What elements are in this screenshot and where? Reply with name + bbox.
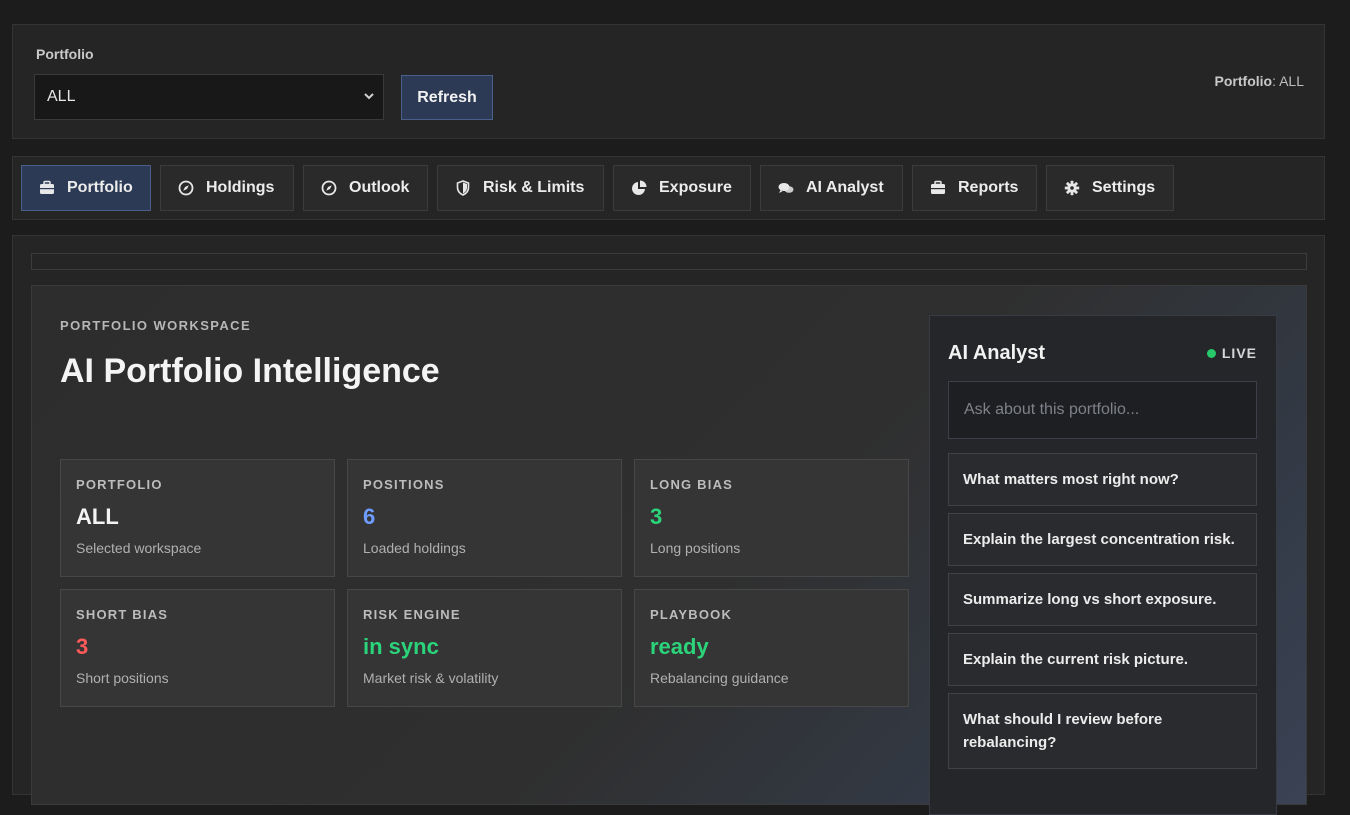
stat-card-portfolio: PORTFOLIO ALL Selected workspace <box>60 459 335 577</box>
ai-analyst-panel: AI Analyst LIVE What matters most right … <box>929 315 1277 815</box>
empty-status-bar <box>31 253 1307 270</box>
suggested-prompt[interactable]: Summarize long vs short exposure. <box>948 573 1257 626</box>
portfolio-select[interactable]: ALL <box>34 74 384 120</box>
stat-sub: Market risk & volatility <box>363 670 499 686</box>
stat-key: SHORT BIAS <box>76 607 169 622</box>
tab-holdings[interactable]: Holdings <box>160 165 294 211</box>
live-badge: LIVE <box>1206 345 1257 361</box>
tab-outlook[interactable]: Outlook <box>303 165 428 211</box>
stat-sub: Rebalancing guidance <box>650 670 789 686</box>
stat-value: 3 <box>650 504 663 529</box>
tab-label: Reports <box>958 179 1019 196</box>
stat-card-short-bias: SHORT BIAS 3 Short positions <box>60 589 335 707</box>
stat-key: RISK ENGINE <box>363 607 461 622</box>
tab-label: AI Analyst <box>806 179 884 196</box>
tab-label: Outlook <box>349 179 410 196</box>
stat-key: PORTFOLIO <box>76 477 163 492</box>
stat-sub: Short positions <box>76 670 169 686</box>
tab-label: Risk & Limits <box>483 179 585 196</box>
stat-card-risk-engine: RISK ENGINE in sync Market risk & volati… <box>347 589 622 707</box>
portfolio-status-value: : ALL <box>1272 73 1304 89</box>
stat-card-playbook: PLAYBOOK ready Rebalancing guidance <box>634 589 909 707</box>
tab-ai-analyst[interactable]: AI Analyst <box>760 165 903 211</box>
stat-sub: Loaded holdings <box>363 540 466 556</box>
stat-card-positions: POSITIONS 6 Loaded holdings <box>347 459 622 577</box>
live-dot-icon <box>1206 348 1216 358</box>
workspace-eyebrow: PORTFOLIO WORKSPACE <box>60 318 252 333</box>
refresh-button[interactable]: Refresh <box>401 75 493 120</box>
portfolio-toolbar: Portfolio ALL Refresh Portfolio: ALL <box>12 24 1325 139</box>
stat-sub: Selected workspace <box>76 540 202 556</box>
tab-label: Portfolio <box>67 179 133 196</box>
stat-sub: Long positions <box>650 540 741 556</box>
tab-risk-limits[interactable]: Risk & Limits <box>437 165 604 211</box>
stat-value: in sync <box>363 634 439 659</box>
compass-icon <box>178 180 194 196</box>
compass-icon <box>321 180 337 196</box>
tab-label: Holdings <box>206 179 275 196</box>
suggested-prompt[interactable]: What matters most right now? <box>948 453 1257 506</box>
portfolio-status-key: Portfolio <box>1214 73 1273 89</box>
stat-card-long-bias: LONG BIAS 3 Long positions <box>634 459 909 577</box>
suggested-prompt[interactable]: Explain the largest concentration risk. <box>948 513 1257 566</box>
stat-value: ALL <box>76 504 119 529</box>
live-label: LIVE <box>1221 345 1257 361</box>
tab-exposure[interactable]: Exposure <box>613 165 751 211</box>
tab-label: Exposure <box>659 179 732 196</box>
briefcase-icon <box>40 180 54 194</box>
suggested-prompt[interactable]: Explain the current risk picture. <box>948 633 1257 686</box>
tab-settings[interactable]: Settings <box>1046 165 1174 211</box>
stat-key: LONG BIAS <box>650 477 734 492</box>
pie-chart-icon <box>632 180 647 195</box>
gear-icon <box>1064 180 1080 196</box>
chat-icon <box>778 183 794 193</box>
stat-value: 3 <box>76 634 89 659</box>
portfolio-workspace: PORTFOLIO WORKSPACE AI Portfolio Intelli… <box>31 285 1307 815</box>
suggested-prompt[interactable]: What should I review before rebalancing? <box>948 693 1257 769</box>
tab-bar: Portfolio Holdings Outlook Risk & Limits… <box>12 156 1325 220</box>
portfolio-status: Portfolio: ALL <box>1215 73 1304 89</box>
tab-label: Settings <box>1092 179 1156 196</box>
main-panel: PORTFOLIO WORKSPACE AI Portfolio Intelli… <box>12 235 1325 815</box>
ai-question-input[interactable] <box>948 381 1257 439</box>
stat-key: POSITIONS <box>363 477 445 492</box>
tab-portfolio[interactable]: Portfolio <box>21 165 151 211</box>
portfolio-select-value: ALL <box>47 88 76 105</box>
stat-value: ready <box>650 634 709 659</box>
tab-reports[interactable]: Reports <box>912 165 1037 211</box>
briefcase-icon <box>931 180 945 194</box>
page-title: AI Portfolio Intelligence <box>60 352 440 390</box>
ai-analyst-title: AI Analyst <box>948 342 1046 364</box>
portfolio-label: Portfolio <box>36 46 94 62</box>
stat-key: PLAYBOOK <box>650 607 733 622</box>
shield-icon <box>456 180 470 196</box>
chevron-down-icon <box>363 90 375 105</box>
stat-value: 6 <box>363 504 376 529</box>
